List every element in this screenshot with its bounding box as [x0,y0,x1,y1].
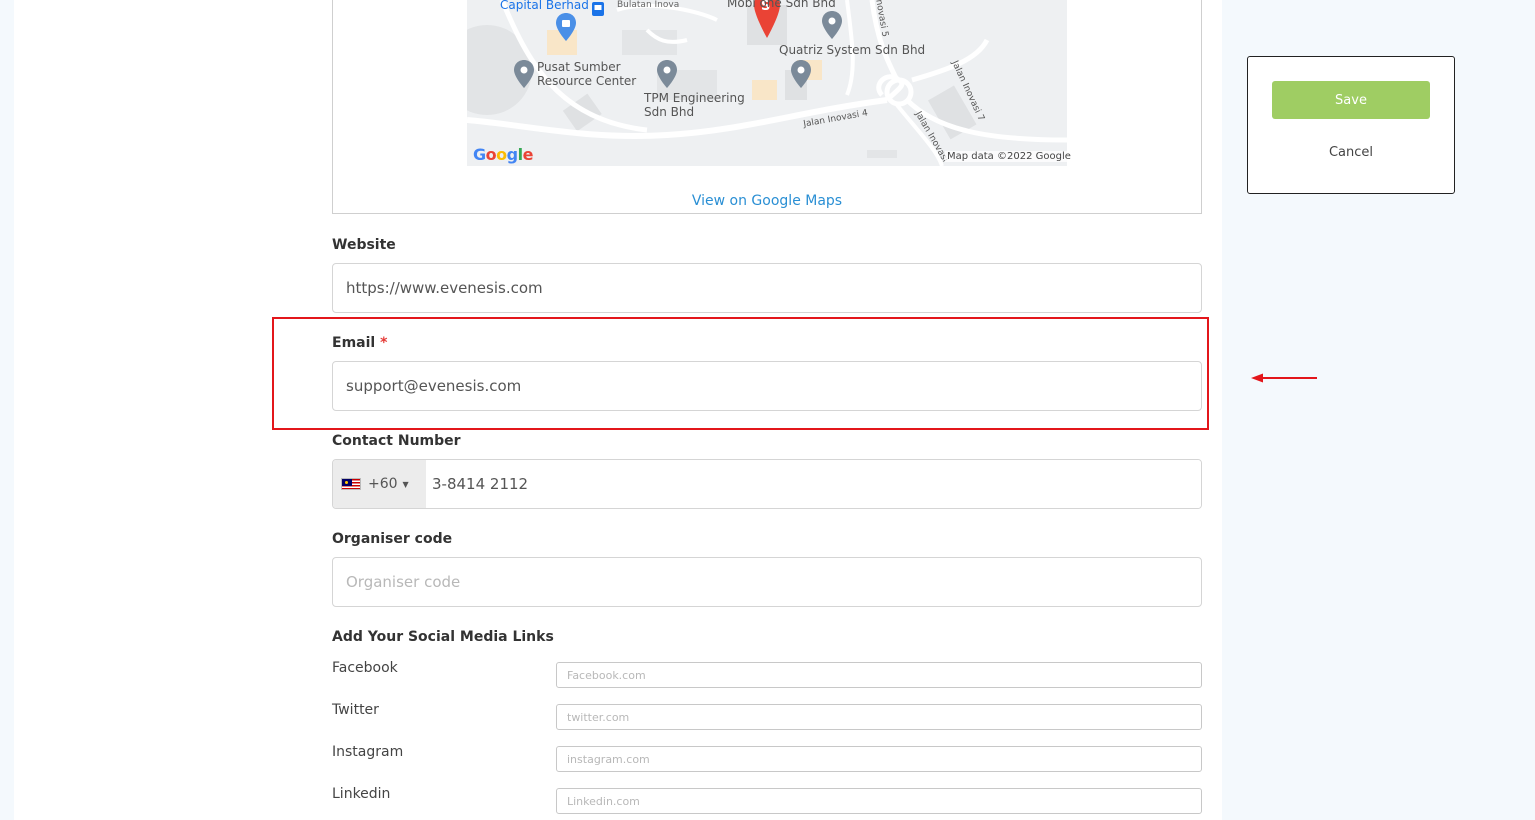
twitter-label: Twitter [332,702,379,718]
organiser-code-input[interactable] [332,557,1202,607]
save-button[interactable]: Save [1272,81,1430,119]
contact-number-field: +60 ▼ [332,459,1202,509]
email-input[interactable] [332,361,1202,411]
map-label-tpm-2: Sdn Bhd [644,105,695,119]
map-label-mobi: Mobi one Sdn Bhd [727,0,836,10]
chevron-down-icon: ▼ [402,479,409,489]
required-asterisk: * [380,335,388,351]
map-label-tpm-1: TPM Engineering [644,91,745,105]
map-label-pusat-2: Resource Center [537,74,637,88]
map-label-bulatan: Bulatan Inova [617,0,680,10]
linkedin-input[interactable] [556,788,1202,814]
twitter-input[interactable] [556,704,1202,730]
social-links-heading: Add Your Social Media Links [332,629,554,645]
malaysia-flag-icon [341,478,361,490]
google-logo: Google [473,145,533,164]
country-code-select[interactable]: +60 ▼ [333,460,426,508]
bus-stop-icon [592,2,604,16]
place-pin-icon[interactable] [822,11,842,39]
facebook-input[interactable] [556,662,1202,688]
place-pin-icon[interactable] [791,60,811,88]
email-label-text: Email [332,335,376,351]
instagram-label: Instagram [332,744,404,760]
instagram-input[interactable] [556,746,1202,772]
map-label-capital: Capital Berhad [500,0,589,12]
shopping-pin-icon[interactable] [556,13,576,41]
contact-number-label: Contact Number [332,433,461,449]
place-pin-icon[interactable] [657,60,677,88]
facebook-label: Facebook [332,660,398,676]
phone-number-input[interactable] [426,460,1201,508]
map-label-quatriz: Quatriz System Sdn Bhd [779,43,926,57]
dial-code: +60 [368,476,398,492]
left-arrow-icon [1251,373,1317,383]
view-on-google-maps-link[interactable]: View on Google Maps [332,193,1202,209]
map-view[interactable]: S Capital Berhad Bulatan Inova Mobi one … [467,0,1067,166]
website-input[interactable] [332,263,1202,313]
email-label: Email * [332,335,387,351]
action-panel: Save Cancel [1247,56,1455,194]
linkedin-label: Linkedin [332,786,391,802]
cancel-button[interactable]: Cancel [1272,141,1430,163]
organiser-code-label: Organiser code [332,531,453,547]
website-label: Website [332,237,396,253]
place-pin-icon[interactable] [514,60,534,88]
map-label-pusat-1: Pusat Sumber [537,60,621,74]
map-attribution: Map data ©2022 Google [945,151,1073,162]
